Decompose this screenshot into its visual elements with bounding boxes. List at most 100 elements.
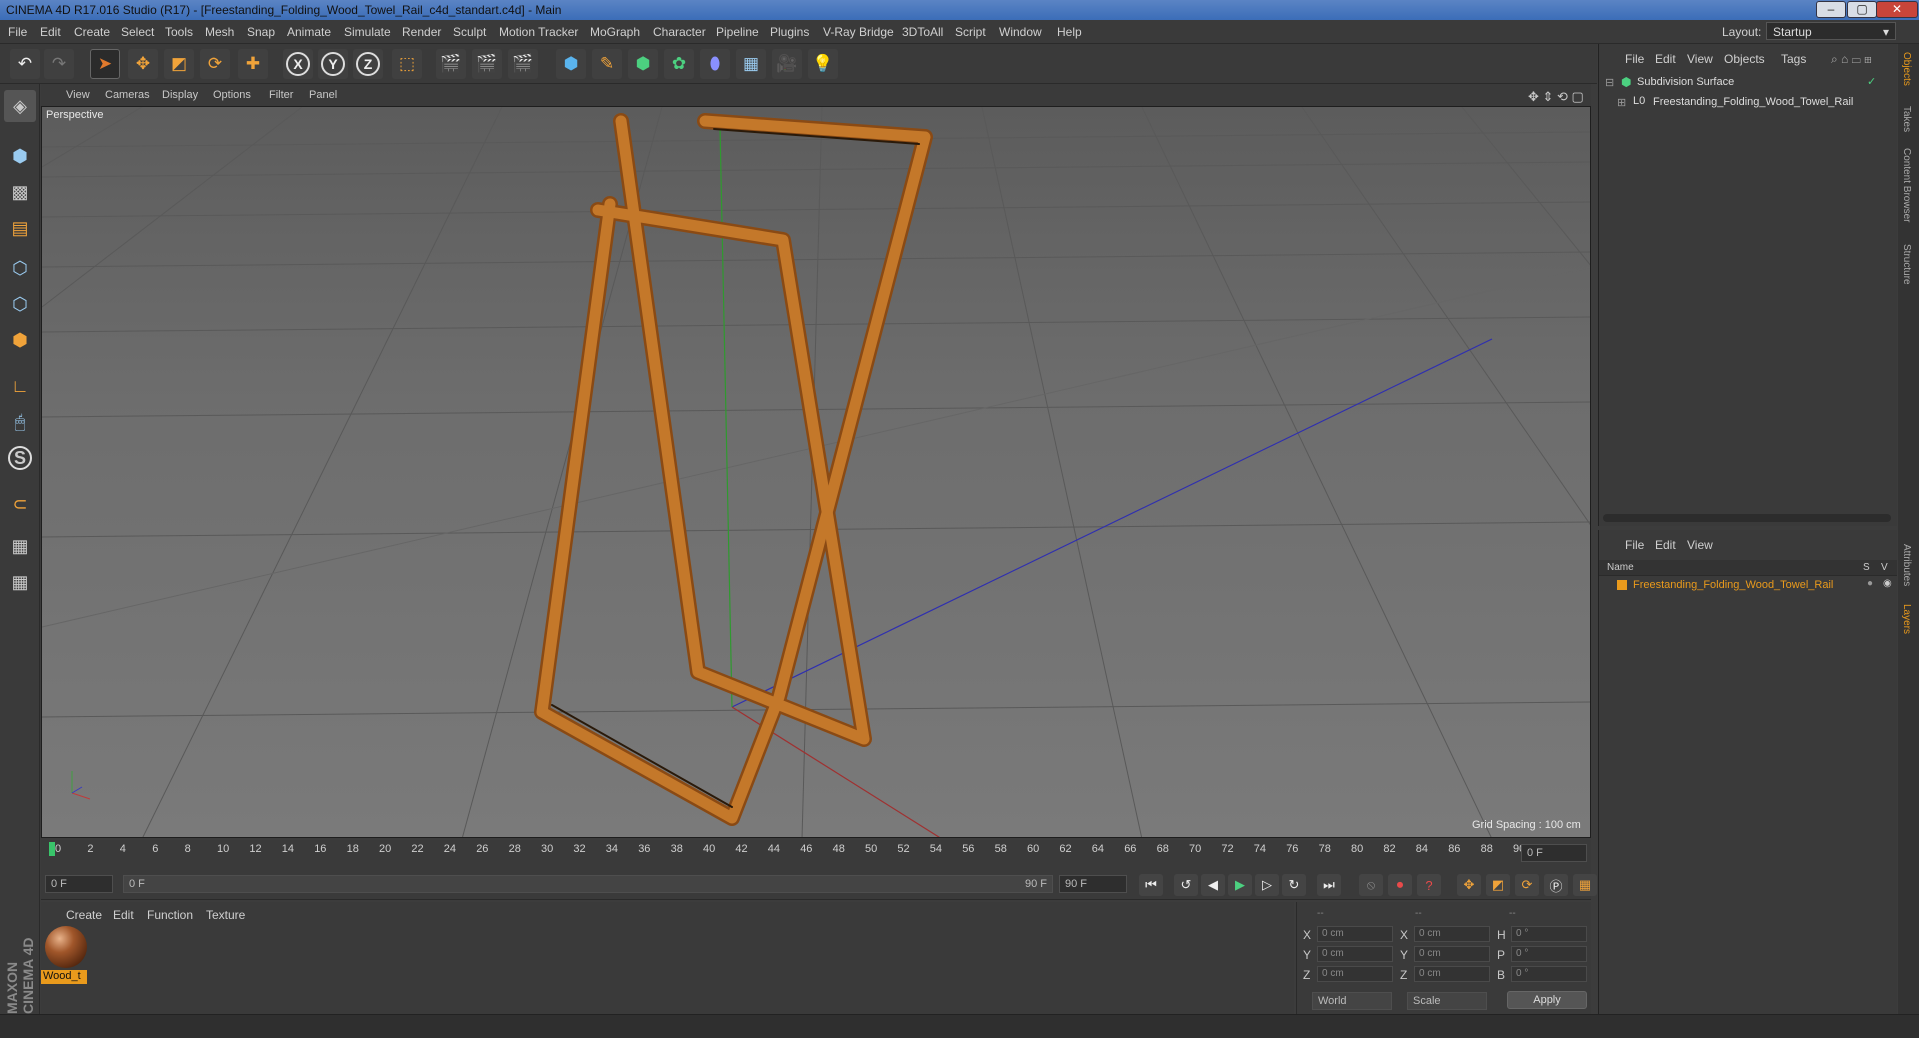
tree-item-towel-rail[interactable]: ⊞ L0 Freestanding_Folding_Wood_Towel_Rai… bbox=[1605, 94, 1895, 112]
points-mode-button[interactable]: ⬡ bbox=[4, 252, 36, 284]
solo-dot-icon[interactable]: ● bbox=[1867, 578, 1873, 589]
keyframe-selection-button[interactable]: ⦸ bbox=[1359, 874, 1383, 896]
obj-toolbar-icons[interactable]: ⌕ ⌂ ▭ ⊞ bbox=[1831, 52, 1872, 67]
menu-animate[interactable]: Animate bbox=[287, 25, 331, 39]
key-position-button[interactable]: ✥ bbox=[1457, 874, 1481, 896]
layer-menu-file[interactable]: File bbox=[1625, 538, 1644, 552]
viewport-nav-icon[interactable]: ✥ ⇕ ⟲ ▢ bbox=[1528, 89, 1584, 105]
menu-edit[interactable]: Edit bbox=[40, 25, 61, 39]
menu-mesh[interactable]: Mesh bbox=[205, 25, 234, 39]
collapse-icon[interactable]: ⊟ bbox=[1605, 76, 1614, 89]
z-axis-button[interactable]: Z bbox=[353, 49, 383, 79]
live-select-button[interactable]: ✚ bbox=[238, 49, 268, 79]
magnet-button[interactable]: ⊂ bbox=[4, 488, 36, 520]
coord-field[interactable]: 0 ° bbox=[1511, 966, 1587, 982]
viewport-menu-filter[interactable]: Filter bbox=[269, 89, 293, 101]
key-scale-button[interactable]: ◩ bbox=[1486, 874, 1510, 896]
tree-item-subdivision[interactable]: ⊟ ⬢ Subdivision Surface ✓ bbox=[1605, 74, 1895, 92]
go-to-start-button[interactable]: ⏮ bbox=[1139, 874, 1163, 896]
key-param-button[interactable]: Ⓟ bbox=[1544, 874, 1568, 896]
coord-field[interactable]: 0 cm bbox=[1414, 926, 1490, 942]
move-tool-button[interactable]: ✥ bbox=[128, 49, 158, 79]
material-menu-edit[interactable]: Edit bbox=[113, 908, 134, 922]
material-name[interactable]: Wood_t bbox=[41, 970, 87, 984]
obj-menu-file[interactable]: File bbox=[1625, 52, 1644, 66]
coord-field[interactable]: 0 cm bbox=[1414, 946, 1490, 962]
next-frame-button[interactable]: ▷ bbox=[1255, 874, 1279, 896]
viewport-menu-cameras[interactable]: Cameras bbox=[105, 89, 150, 101]
obj-menu-tags[interactable]: Tags bbox=[1781, 52, 1806, 66]
maximize-button[interactable]: ▢ bbox=[1847, 1, 1877, 18]
go-to-end-button[interactable]: ⏭ bbox=[1317, 874, 1341, 896]
x-axis-button[interactable]: X bbox=[283, 49, 313, 79]
menu-character[interactable]: Character bbox=[653, 25, 706, 39]
material-menu-create[interactable]: Create bbox=[66, 908, 102, 922]
minimize-button[interactable]: – bbox=[1816, 1, 1846, 18]
visibility-check-icon[interactable]: ✓ bbox=[1867, 75, 1876, 88]
eye-icon[interactable]: ◉ bbox=[1883, 578, 1892, 589]
expand-icon[interactable]: ⊞ bbox=[1617, 96, 1626, 109]
model-mode-button[interactable]: ⬢ bbox=[4, 140, 36, 172]
menu-3dtoall[interactable]: 3DToAll bbox=[902, 25, 943, 39]
texture-mode-button[interactable]: ▩ bbox=[4, 176, 36, 208]
autokey-button[interactable]: ? bbox=[1417, 874, 1441, 896]
viewport-menu-options[interactable]: Options bbox=[213, 89, 251, 101]
workplane-button[interactable]: ▤ bbox=[4, 212, 36, 244]
redo-button[interactable]: ↷ bbox=[44, 49, 74, 79]
obj-menu-objects[interactable]: Objects bbox=[1724, 52, 1765, 66]
scale-mode-select[interactable]: Scale bbox=[1407, 992, 1487, 1010]
start-frame-field[interactable]: 0 F bbox=[45, 875, 113, 893]
snap-button[interactable]: S bbox=[4, 442, 36, 474]
y-axis-button[interactable]: Y bbox=[318, 49, 348, 79]
menu-simulate[interactable]: Simulate bbox=[344, 25, 391, 39]
tab-content-browser[interactable]: Content Browser bbox=[1901, 148, 1912, 222]
record-button[interactable]: ⏺ bbox=[1388, 874, 1412, 896]
layer-row[interactable]: Freestanding_Folding_Wood_Towel_Rail ● ◉ bbox=[1605, 578, 1895, 594]
menu-snap[interactable]: Snap bbox=[247, 25, 275, 39]
material-swatch[interactable] bbox=[45, 926, 87, 968]
polygons-mode-button[interactable]: ⬢ bbox=[4, 324, 36, 356]
viewport-menu-panel[interactable]: Panel bbox=[309, 89, 337, 101]
obj-menu-edit[interactable]: Edit bbox=[1655, 52, 1676, 66]
layer-menu-view[interactable]: View bbox=[1687, 538, 1713, 552]
edges-mode-button[interactable]: ⬡ bbox=[4, 288, 36, 320]
prev-frame-button[interactable]: ◀ bbox=[1201, 874, 1225, 896]
next-key-button[interactable]: ↻ bbox=[1282, 874, 1306, 896]
undo-button[interactable]: ↶ bbox=[10, 49, 40, 79]
layout-select[interactable]: Startup ▾ bbox=[1766, 22, 1896, 40]
solo-column-header[interactable]: S bbox=[1863, 562, 1870, 573]
layer-menu-edit[interactable]: Edit bbox=[1655, 538, 1676, 552]
workplane-mode-button[interactable]: ▦ bbox=[4, 566, 36, 598]
coordinate-system-button[interactable]: ⬚ bbox=[392, 49, 422, 79]
tab-attributes[interactable]: Attributes bbox=[1901, 544, 1912, 586]
tab-structure[interactable]: Structure bbox=[1901, 244, 1912, 285]
name-column-header[interactable]: Name bbox=[1607, 562, 1634, 573]
axis-mode-button[interactable]: ∟ bbox=[4, 370, 36, 402]
horizontal-scrollbar[interactable] bbox=[1603, 514, 1891, 522]
coord-system-select[interactable]: World bbox=[1312, 992, 1392, 1010]
render-settings-button[interactable]: 🎬 bbox=[508, 49, 538, 79]
subdivision-button[interactable]: ⬢ bbox=[628, 49, 658, 79]
play-button[interactable]: ▶ bbox=[1228, 874, 1252, 896]
coord-field[interactable]: 0 cm bbox=[1317, 946, 1393, 962]
coord-field[interactable]: 0 cm bbox=[1317, 926, 1393, 942]
menu-pipeline[interactable]: Pipeline bbox=[716, 25, 759, 39]
tab-takes[interactable]: Takes bbox=[1901, 106, 1912, 132]
tab-layers[interactable]: Layers bbox=[1901, 604, 1912, 634]
timeline[interactable]: 0 2 4 6 8 10 12 14 16 18 20 22 24 26 28 30 32 34 36 38 40 42 4… bbox=[41, 840, 1591, 870]
menu-help[interactable]: Help bbox=[1057, 25, 1082, 39]
viewport-menu-view[interactable]: View bbox=[66, 89, 90, 101]
light-button[interactable]: 💡 bbox=[808, 49, 838, 79]
current-frame-field[interactable]: 0 F bbox=[1521, 844, 1587, 862]
key-pla-button[interactable]: ▦ bbox=[1573, 874, 1597, 896]
end-frame-field[interactable]: 90 F bbox=[1059, 875, 1127, 893]
select-tool-button[interactable]: ➤ bbox=[90, 49, 120, 79]
material-menu-texture[interactable]: Texture bbox=[206, 908, 245, 922]
menu-render[interactable]: Render bbox=[402, 25, 441, 39]
frame-range-slider[interactable]: 0 F 90 F bbox=[123, 875, 1053, 893]
deformer-button[interactable]: ⬮ bbox=[700, 49, 730, 79]
material-menu-function[interactable]: Function bbox=[147, 908, 193, 922]
menu-create[interactable]: Create bbox=[74, 25, 110, 39]
rotate-tool-button[interactable]: ⟳ bbox=[200, 49, 230, 79]
menu-plugins[interactable]: Plugins bbox=[770, 25, 809, 39]
